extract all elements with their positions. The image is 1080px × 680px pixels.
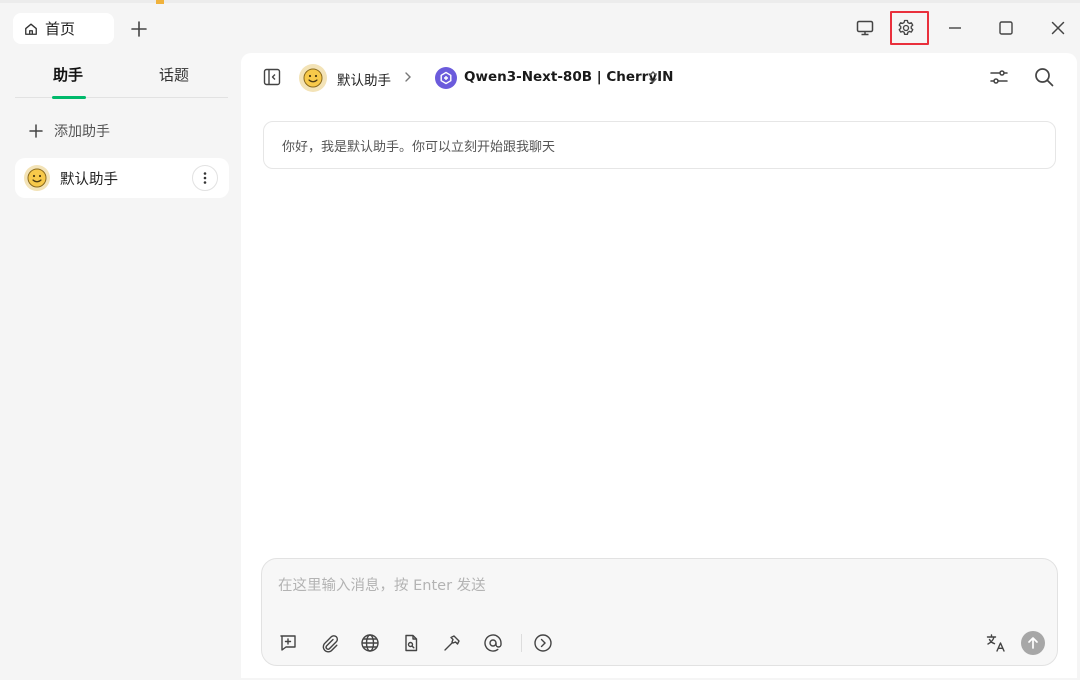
smiley-icon	[24, 165, 50, 191]
new-topic-icon[interactable]	[277, 632, 299, 654]
tab-topics[interactable]: 话题	[159, 64, 189, 85]
search-icon[interactable]	[1033, 66, 1057, 90]
home-icon	[24, 22, 38, 36]
translate-icon[interactable]	[985, 632, 1007, 654]
welcome-text: 你好，我是默认助手。你可以立刻开始跟我聊天	[282, 139, 556, 155]
assistant-name: 默认助手	[60, 171, 118, 188]
minimize-button[interactable]	[942, 15, 968, 41]
tools-hammer-icon[interactable]	[441, 632, 463, 654]
collapse-sidebar-icon[interactable]	[262, 67, 284, 89]
settings-highlight-box	[890, 11, 929, 45]
new-tab-button[interactable]	[128, 18, 150, 40]
expand-more-icon[interactable]	[532, 632, 554, 654]
plus-icon	[28, 123, 44, 139]
send-button[interactable]	[1021, 631, 1045, 655]
add-assistant-button[interactable]: 添加助手	[28, 120, 110, 142]
toolbar-divider	[521, 634, 522, 652]
attachment-icon[interactable]	[318, 632, 340, 654]
sidebar-tabs: 助手 话题	[15, 58, 228, 98]
add-assistant-label: 添加助手	[54, 124, 110, 140]
window-top-strip	[0, 0, 1080, 4]
chat-panel: 默认助手 Qwen3-Next-80B | CherryIN 你好，我是默认助手…	[241, 53, 1077, 678]
sidebar-item-default-assistant[interactable]: 默认助手	[15, 158, 229, 198]
mention-at-icon[interactable]	[482, 632, 504, 654]
tab-home[interactable]: 首页	[13, 13, 114, 44]
assistant-avatar-icon[interactable]	[299, 64, 327, 92]
welcome-message: 你好，我是默认助手。你可以立刻开始跟我聊天	[263, 121, 1056, 169]
close-button[interactable]	[1045, 15, 1071, 41]
drag-indicator	[156, 0, 164, 4]
active-tab-indicator	[52, 96, 86, 99]
monitor-icon[interactable]	[852, 15, 878, 41]
message-input[interactable]	[278, 575, 978, 597]
chevron-right-icon	[401, 70, 415, 84]
message-composer	[261, 558, 1058, 666]
web-search-globe-icon[interactable]	[359, 632, 381, 654]
model-selector[interactable]: Qwen3-Next-80B | CherryIN	[464, 69, 673, 85]
settings-sliders-icon[interactable]	[988, 66, 1012, 90]
tab-assistants[interactable]: 助手	[53, 64, 83, 85]
chevron-updown-icon[interactable]	[646, 69, 660, 85]
more-options-icon[interactable]	[192, 165, 218, 191]
knowledge-base-icon[interactable]	[400, 632, 422, 654]
maximize-button[interactable]	[993, 15, 1019, 41]
tab-home-label: 首页	[45, 20, 76, 38]
header-assistant-name[interactable]: 默认助手	[337, 69, 391, 89]
model-provider-icon	[435, 67, 457, 89]
